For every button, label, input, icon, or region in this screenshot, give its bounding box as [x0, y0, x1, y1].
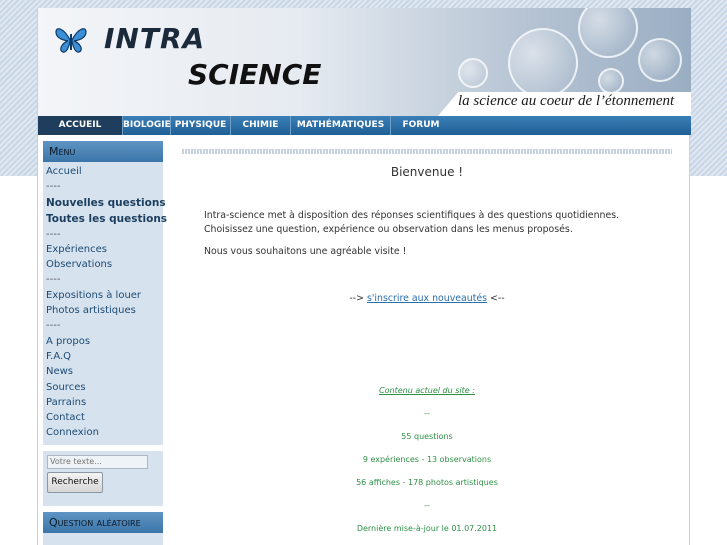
menu-item-photos-artistiques[interactable]: Photos artistiques	[46, 303, 163, 318]
dotted-divider	[182, 149, 672, 154]
nav-accueil[interactable]: ACCUEIL	[38, 116, 123, 135]
decor-bubble	[578, 8, 638, 58]
greeting-paragraph: Nous vous souhaitons une agréable visite…	[204, 246, 407, 257]
main-content: Bienvenue ! Intra-science met à disposit…	[168, 141, 686, 533]
decor-bubble	[508, 28, 578, 98]
logo-text-science[interactable]: SCIENCE	[188, 58, 321, 91]
menu-title: Menu	[43, 141, 163, 162]
menu-item-parrains[interactable]: Parrains	[46, 395, 163, 410]
menu-item-nouvelles-questions[interactable]: Nouvelles questions	[46, 195, 166, 211]
random-question-body	[43, 532, 163, 545]
menu-item-connexion[interactable]: Connexion	[46, 425, 163, 440]
menu-separator: ----	[46, 320, 61, 332]
menu-list: Accueil ---- Nouvelles questions Toutes les…	[43, 162, 167, 445]
site-tagline: la science au coeur de l’étonnement	[458, 93, 675, 109]
intro-paragraph: Intra-science met à disposition des répo…	[204, 210, 620, 235]
menu-item-a-propos[interactable]: A propos	[46, 334, 163, 349]
signup-link[interactable]: s'inscrire aux nouveautés	[367, 293, 487, 304]
stats-title[interactable]: Contenu actuel du site :	[168, 386, 686, 395]
menu-item-observations[interactable]: Observations	[46, 257, 163, 272]
nav-mathematiques[interactable]: MATHÉMATIQUES	[291, 116, 391, 135]
search-button[interactable]: Recherche	[47, 471, 103, 493]
stats-line: --	[424, 501, 430, 510]
signup-prefix: -->	[349, 293, 367, 304]
menu-separator: ----	[46, 181, 61, 193]
random-question-title: Question aléatoire	[43, 511, 163, 533]
nav-biologie[interactable]: BIOLOGIE	[123, 116, 171, 135]
stats-line: --	[424, 409, 430, 418]
nav-chimie[interactable]: CHIMIE	[231, 116, 291, 135]
menu-item-sources[interactable]: Sources	[46, 380, 163, 395]
decor-bubble	[598, 68, 624, 94]
menu-item-accueil[interactable]: Accueil	[46, 164, 163, 179]
logo-text-intra[interactable]: INTRA	[104, 22, 205, 55]
menu-item-news[interactable]: News	[46, 364, 163, 379]
decor-bubble	[458, 58, 488, 88]
site-header: INTRA SCIENCE la science au coeur de l’é…	[38, 8, 691, 116]
sidebar: Menu Accueil ---- Nouvelles questions Toute…	[43, 141, 167, 545]
signup-suffix: <--	[487, 293, 505, 304]
menu-item-expositions-a-louer[interactable]: Expositions à louer	[46, 288, 163, 303]
page-container: INTRA SCIENCE la science au coeur de l’é…	[37, 8, 691, 545]
stats-line: Dernière mise-à-jour le 01.07.2011	[356, 524, 498, 533]
main-navigation: ACCUEIL BIOLOGIE PHYSIQUE CHIMIE MATHÉMA…	[38, 116, 691, 135]
search-input[interactable]	[47, 454, 148, 469]
menu-separator: ----	[46, 228, 61, 240]
stats-line: 9 expériences - 13 observations	[362, 455, 492, 464]
menu-separator: ----	[46, 274, 61, 286]
stats-line: 55 questions	[401, 432, 453, 441]
newsletter-signup: --> s'inscrire aux nouveautés <--	[168, 293, 686, 304]
nav-forum[interactable]: FORUM	[391, 116, 451, 135]
menu-item-experiences[interactable]: Expériences	[46, 242, 163, 257]
menu-item-contact[interactable]: Contact	[46, 410, 163, 425]
butterfly-logo-icon[interactable]	[54, 26, 88, 54]
nav-physique[interactable]: PHYSIQUE	[171, 116, 231, 135]
welcome-heading: Bienvenue !	[390, 165, 464, 179]
stats-line: 56 affiches - 178 photos artistiques	[356, 478, 498, 487]
search-panel: Recherche	[43, 450, 163, 506]
decor-bubble	[638, 38, 682, 82]
random-question-panel: Question aléatoire	[43, 511, 163, 545]
menu-item-f-a-q[interactable]: F.A.Q	[46, 349, 163, 364]
menu-item-toutes-les-questions[interactable]: Toutes les questions	[46, 211, 167, 227]
site-stats: Contenu actuel du site : -- 55 questions…	[168, 386, 686, 533]
